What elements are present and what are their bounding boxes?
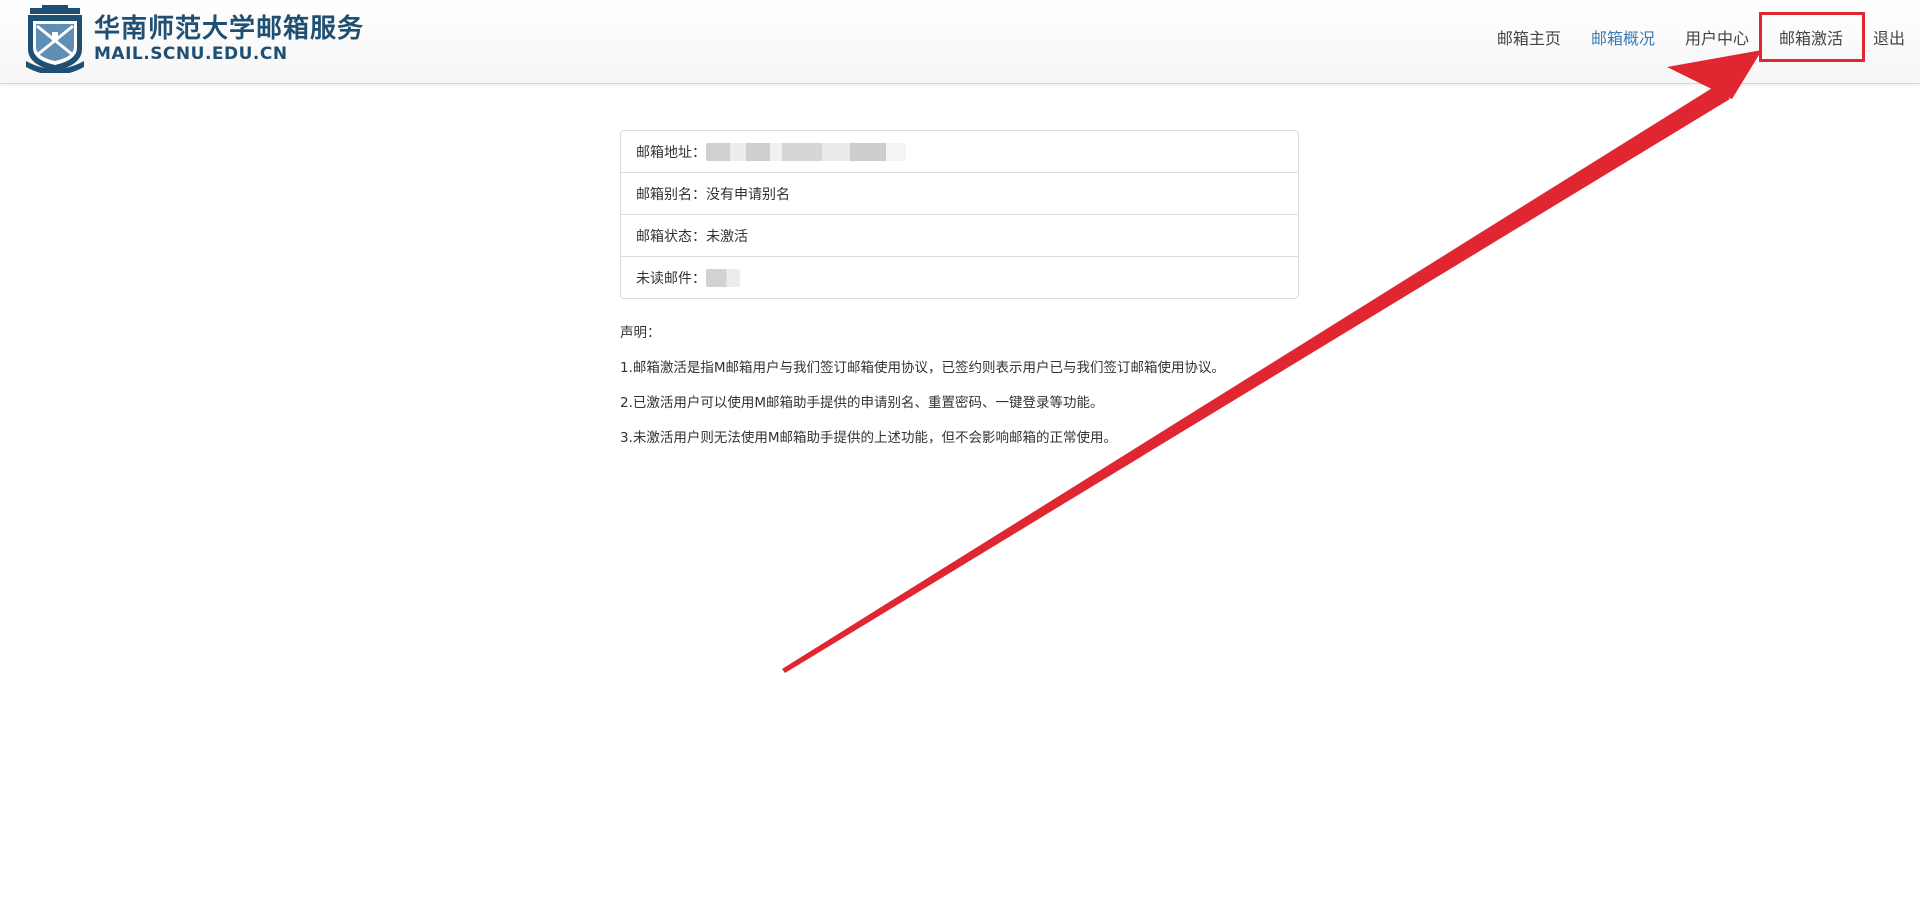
alias-label: 邮箱别名：	[636, 186, 706, 203]
statement-heading: 声明：	[620, 325, 661, 341]
statement-item-2: 2.已激活用户可以使用M邮箱助手提供的申请别名、重置密码、一键登录等功能。	[620, 395, 1104, 411]
status-label: 邮箱状态：	[636, 228, 706, 245]
mailbox-info-panel: 邮箱地址： 邮箱别名： 没有申请别名 邮箱状态： 未激活 未读邮件：	[620, 130, 1299, 299]
statement-section: 声明： 1.邮箱激活是指M邮箱用户与我们签订邮箱使用协议，已签约则表示用户已与我…	[620, 322, 1320, 462]
unread-value-redacted	[706, 268, 740, 287]
info-row-address: 邮箱地址：	[621, 131, 1298, 172]
info-row-status: 邮箱状态： 未激活	[621, 214, 1298, 256]
address-label: 邮箱地址：	[636, 144, 706, 161]
status-value: 未激活	[706, 228, 748, 245]
nav-mail-overview[interactable]: 邮箱概况	[1576, 0, 1670, 78]
brand-home-link[interactable]: 华南师范大学邮箱服务 MAIL.SCNU.EDU.CN	[24, 4, 364, 74]
address-value-redacted	[706, 142, 906, 161]
unread-label: 未读邮件：	[636, 270, 706, 287]
statement-item-3: 3.未激活用户则无法使用M邮箱助手提供的上述功能，但不会影响邮箱的正常使用。	[620, 430, 1118, 446]
nav-mail-home[interactable]: 邮箱主页	[1482, 0, 1576, 78]
top-navbar: 华南师范大学邮箱服务 MAIL.SCNU.EDU.CN 邮箱主页 邮箱概况 用户…	[0, 0, 1920, 84]
university-seal-icon	[26, 5, 84, 73]
main-nav: 邮箱主页 邮箱概况 用户中心 邮箱激活 退出	[1482, 0, 1920, 78]
nav-logout[interactable]: 退出	[1858, 0, 1920, 78]
brand-title: 华南师范大学邮箱服务	[94, 13, 365, 44]
nav-mail-activation[interactable]: 邮箱激活	[1764, 0, 1858, 78]
info-row-alias: 邮箱别名： 没有申请别名	[621, 172, 1298, 214]
brand-subtitle: MAIL.SCNU.EDU.CN	[94, 43, 288, 64]
alias-value: 没有申请别名	[706, 186, 790, 203]
statement-item-1: 1.邮箱激活是指M邮箱用户与我们签订邮箱使用协议，已签约则表示用户已与我们签订邮…	[620, 360, 1226, 376]
nav-user-center[interactable]: 用户中心	[1670, 0, 1764, 78]
info-row-unread: 未读邮件：	[621, 256, 1298, 298]
